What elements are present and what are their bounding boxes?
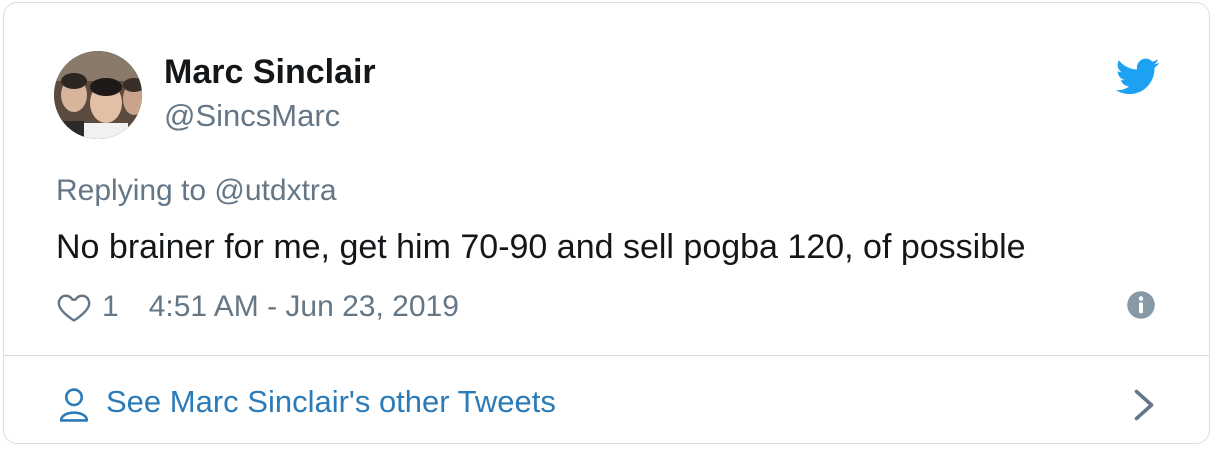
- divider: [4, 355, 1209, 356]
- timestamp[interactable]: 4:51 AM - Jun 23, 2019: [149, 290, 459, 324]
- replying-to[interactable]: Replying to @utdxtra: [56, 174, 337, 208]
- avatar[interactable]: [54, 51, 142, 139]
- footer-link-row[interactable]: See Marc Sinclair's other Tweets: [4, 357, 1209, 443]
- chevron-right-icon[interactable]: [1132, 387, 1156, 423]
- person-icon: [59, 388, 89, 422]
- like-count[interactable]: 1: [102, 290, 119, 324]
- avatar-photo: [54, 51, 142, 139]
- tweet-header: Marc Sinclair @SincsMarc: [4, 3, 1209, 153]
- author-name[interactable]: Marc Sinclair: [164, 53, 376, 92]
- twitter-bird-icon[interactable]: [1116, 57, 1160, 97]
- tweet-meta: 1 4:51 AM - Jun 23, 2019: [56, 287, 459, 327]
- tweet-card: Marc Sinclair @SincsMarc Replying to @ut…: [3, 2, 1210, 444]
- heart-icon[interactable]: [56, 289, 92, 325]
- author-handle[interactable]: @SincsMarc: [164, 98, 340, 134]
- see-other-tweets-link[interactable]: See Marc Sinclair's other Tweets: [106, 384, 556, 420]
- tweet-text: No brainer for me, get him 70-90 and sel…: [56, 228, 1026, 266]
- info-icon[interactable]: [1126, 290, 1156, 320]
